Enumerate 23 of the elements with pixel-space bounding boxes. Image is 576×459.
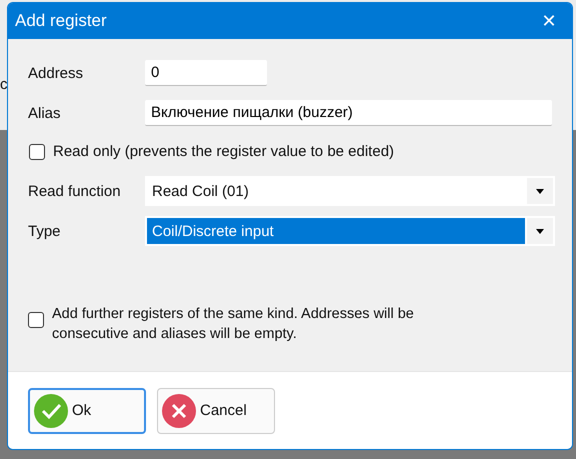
close-button[interactable]: ✕ [526,3,572,39]
dropdown-value: Read Coil (01) [151,182,250,202]
dropdown-value: Coil/Discrete input [147,218,525,244]
input-field[interactable]: Включение пищалки (buzzer) [145,100,552,126]
checkbox-label: Read only (prevents the register value to be edited) [53,143,394,160]
field-label: Alias [28,104,62,122]
field-label: Address [28,64,84,82]
checkbox[interactable] [29,144,45,160]
close-icon [162,394,196,428]
background-text: c [0,76,8,93]
checkbox[interactable] [28,312,44,328]
field-label: Type [28,222,62,240]
caret-icon [536,228,544,234]
field-label: Read function [28,182,122,200]
ok-button[interactable]: Ok [28,388,146,434]
checkbox-label: Add further registers of the same kind. Addresses will be consecutive and aliases will be empty. [52,305,415,344]
caret-icon [536,188,544,194]
input-field[interactable]: 0 [145,60,267,86]
window-title: Add register [15,11,107,31]
dropdown[interactable]: Read Coil (01) [145,176,555,206]
cancel-button[interactable]: Cancel [157,388,275,434]
check-icon [34,394,68,428]
dropdown[interactable]: Coil/Discrete input [145,216,555,246]
